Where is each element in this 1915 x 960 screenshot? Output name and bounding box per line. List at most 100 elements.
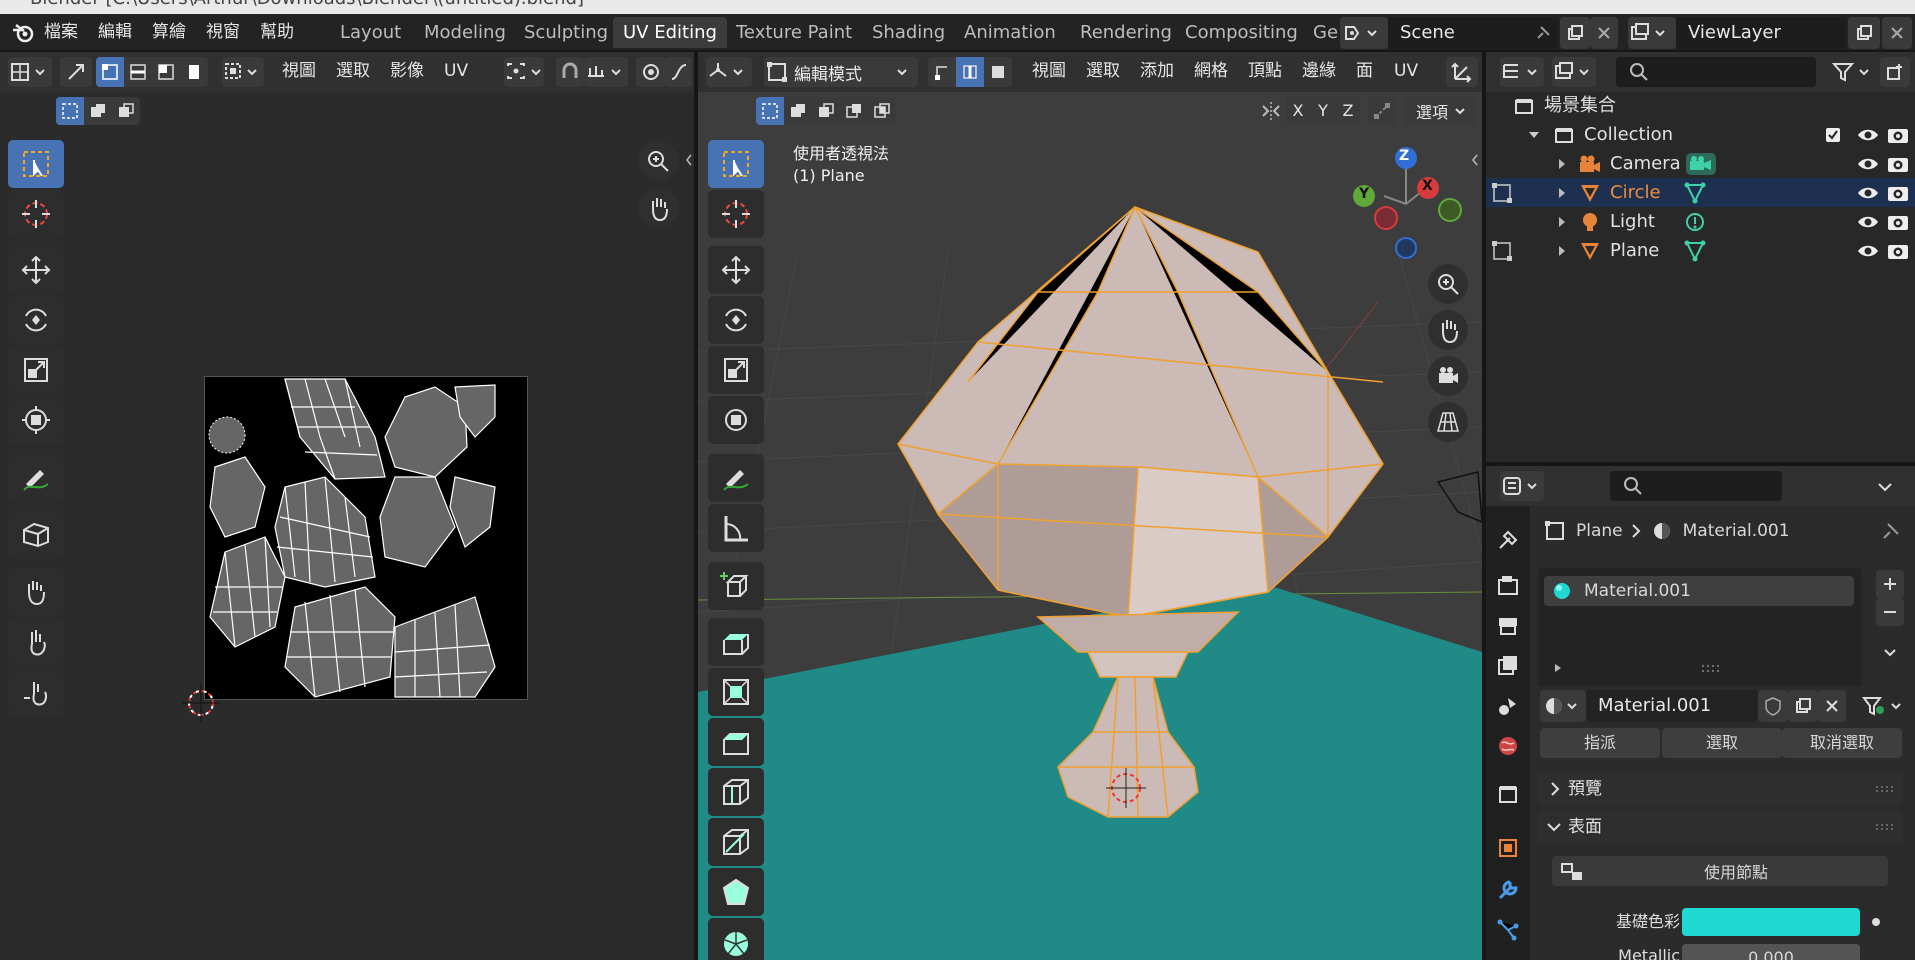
- vertex-mode-icon[interactable]: [928, 57, 956, 87]
- cursor-tool[interactable]: [708, 190, 764, 238]
- editor-type-button[interactable]: [8, 57, 52, 87]
- world-tab-icon[interactable]: [1492, 730, 1524, 762]
- annotate-tool[interactable]: [708, 454, 764, 502]
- spin-tool[interactable]: [708, 918, 764, 960]
- vp-select-intersect-icon[interactable]: [868, 97, 896, 125]
- mirror-axis-y[interactable]: Y: [1311, 97, 1335, 125]
- uv-cursor-tool[interactable]: [8, 190, 64, 238]
- use-nodes-button[interactable]: 使用節點: [1552, 856, 1888, 886]
- new-scene-icon[interactable]: [1560, 17, 1590, 49]
- workspace-tab-6[interactable]: Animation: [954, 17, 1066, 48]
- object-data-camera-icon[interactable]: [1684, 151, 1718, 177]
- proportional-editing-icon[interactable]: [636, 57, 666, 87]
- expand-down-icon[interactable]: [1524, 125, 1544, 145]
- viewport-pan-icon[interactable]: [1428, 310, 1468, 350]
- viewport-menu-1[interactable]: 選取: [1086, 54, 1120, 88]
- delete-view-layer-icon[interactable]: [1882, 17, 1912, 49]
- workspace-tab-3[interactable]: UV Editing: [613, 17, 727, 48]
- transform-orientation-icon[interactable]: [1446, 57, 1478, 87]
- material-button-2[interactable]: 取消選取: [1782, 728, 1902, 758]
- uv-grab-tool[interactable]: [8, 568, 64, 616]
- outliner-search-input[interactable]: [1616, 57, 1816, 87]
- preview-grip-icon[interactable]: [1874, 784, 1894, 794]
- viewport-menu-2[interactable]: 添加: [1140, 54, 1174, 88]
- viewport-menu-3[interactable]: 網格: [1194, 54, 1228, 88]
- island-select-icon[interactable]: [180, 57, 208, 87]
- viewport-menu-5[interactable]: 邊緣: [1302, 54, 1336, 88]
- collection-row[interactable]: Collection: [1524, 121, 1914, 149]
- object-data-mesh-icon[interactable]: [1682, 238, 1708, 264]
- menu-1[interactable]: 編輯: [98, 14, 132, 50]
- new-view-layer-icon[interactable]: [1848, 17, 1880, 49]
- collection-tab-icon[interactable]: [1492, 778, 1524, 810]
- vp-select-new-icon[interactable]: [756, 97, 784, 125]
- uv-transform-tool[interactable]: [8, 396, 64, 444]
- delete-scene-icon[interactable]: [1590, 17, 1618, 49]
- render-tab-icon[interactable]: [1492, 570, 1524, 602]
- slot-expand-icon[interactable]: [1550, 660, 1566, 676]
- vertex-select-icon[interactable]: [96, 57, 124, 87]
- collection-exclude-checkbox[interactable]: [1824, 126, 1842, 144]
- viewport-menu-7[interactable]: UV: [1394, 54, 1418, 88]
- eye-icon[interactable]: [1856, 183, 1880, 203]
- uv-pinch-tool[interactable]: [8, 668, 64, 716]
- select-new-icon[interactable]: [56, 97, 84, 125]
- snap-icon[interactable]: [556, 57, 584, 87]
- eye-icon[interactable]: [1856, 241, 1880, 261]
- view-layer-browse-button[interactable]: [1628, 17, 1676, 49]
- particles-tab-icon[interactable]: [1492, 914, 1524, 946]
- render-camera-icon[interactable]: [1886, 125, 1910, 145]
- viewport-menu-4[interactable]: 頂點: [1248, 54, 1282, 88]
- material-name-field[interactable]: Material.001: [1586, 690, 1758, 722]
- modifier-tab-icon[interactable]: [1492, 874, 1524, 906]
- object-tab-icon[interactable]: [1492, 832, 1524, 864]
- snap-target-button[interactable]: [584, 57, 628, 87]
- scene-collection-row[interactable]: 場景集合: [1512, 92, 1616, 120]
- new-collection-icon[interactable]: [1880, 57, 1910, 87]
- eye-icon[interactable]: [1856, 154, 1880, 174]
- measure-tool[interactable]: [708, 504, 764, 552]
- edit-mode-indicator-icon[interactable]: [1490, 239, 1516, 263]
- unlink-material-icon[interactable]: [1818, 690, 1846, 722]
- fake-user-shield-icon[interactable]: [1758, 690, 1788, 722]
- vp-select-invert-icon[interactable]: [840, 97, 868, 125]
- outliner-item-plane[interactable]: Plane: [1554, 237, 1914, 265]
- menu-2[interactable]: 算繪: [152, 14, 186, 50]
- uv-zoom-icon[interactable]: [638, 141, 678, 181]
- workspace-tab-0[interactable]: Layout: [330, 17, 411, 48]
- render-camera-icon[interactable]: [1886, 183, 1910, 203]
- duplicate-material-icon[interactable]: [1788, 690, 1818, 722]
- material-button-1[interactable]: 選取: [1662, 728, 1782, 758]
- uv-2d-cursor-icon[interactable]: [182, 684, 220, 722]
- knife-tool[interactable]: [708, 818, 764, 866]
- poly-build-tool[interactable]: [708, 868, 764, 916]
- scale-tool[interactable]: [708, 346, 764, 394]
- menu-4[interactable]: 幫助: [260, 14, 294, 50]
- tool-tab-icon[interactable]: [1492, 524, 1524, 556]
- render-camera-icon[interactable]: [1886, 212, 1910, 232]
- uv-select-box-tool[interactable]: [8, 140, 64, 188]
- remove-slot-icon[interactable]: [1876, 598, 1904, 626]
- uv-sync-icon[interactable]: [60, 57, 92, 87]
- render-camera-icon[interactable]: [1886, 154, 1910, 174]
- properties-options-icon[interactable]: [1874, 476, 1896, 498]
- view-layer-name-field[interactable]: ViewLayer: [1676, 17, 1846, 49]
- move-tool[interactable]: [708, 246, 764, 294]
- object-data-light-icon[interactable]: [1682, 209, 1708, 235]
- menu-0[interactable]: 檔案: [44, 14, 78, 50]
- uv-rip-tool[interactable]: [8, 510, 64, 558]
- scene-tab-icon[interactable]: [1492, 690, 1524, 722]
- inset-tool[interactable]: [708, 668, 764, 716]
- uv-pan-hand-icon[interactable]: [638, 188, 678, 228]
- workspace-tab-5[interactable]: Shading: [862, 17, 955, 48]
- uv-menu-0[interactable]: 視圖: [282, 54, 316, 88]
- workspace-tab-4[interactable]: Texture Paint: [726, 17, 862, 48]
- base-color-swatch[interactable]: [1682, 908, 1860, 936]
- uv-relax-tool[interactable]: [8, 618, 64, 666]
- material-slot-row[interactable]: Material.001: [1544, 576, 1854, 606]
- edge-select-icon[interactable]: [124, 57, 152, 87]
- menu-3[interactable]: 視窗: [206, 14, 240, 50]
- edit-mode-indicator-icon[interactable]: [1490, 181, 1516, 205]
- preview-panel-header[interactable]: 預覽: [1538, 772, 1902, 806]
- display-mode-button[interactable]: [1552, 57, 1596, 87]
